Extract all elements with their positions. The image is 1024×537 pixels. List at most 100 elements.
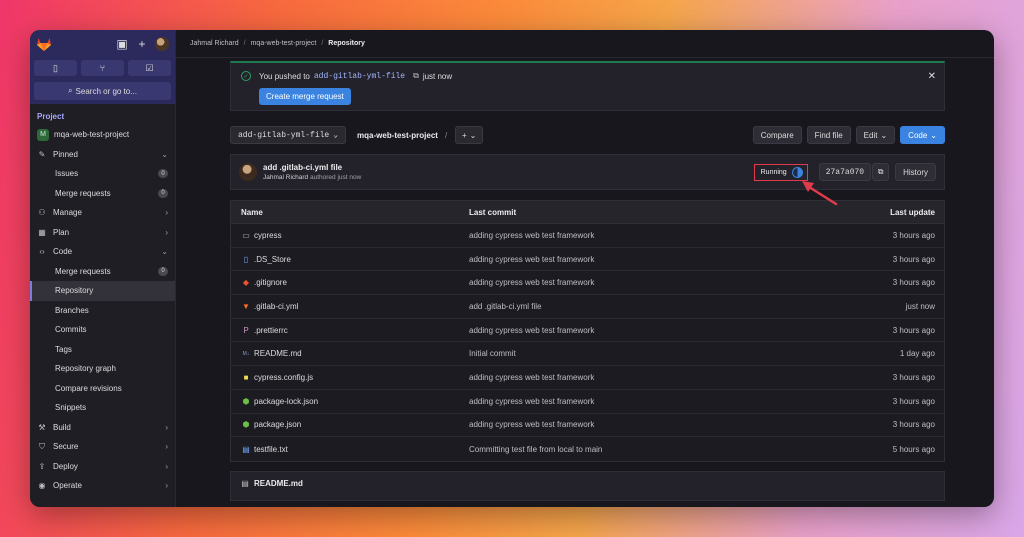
sidebar-item-label: Pinned [53,149,78,159]
text-file-icon: ▤ [242,444,250,454]
sidebar-toggle-icon[interactable]: ▣ [115,37,129,51]
file-name: .gitignore [254,278,287,288]
pipeline-status[interactable]: Running [753,163,808,181]
code-button[interactable]: Code ⌄ [900,126,945,144]
last-update-cell: 3 hours ago [892,372,935,382]
last-commit-cell[interactable]: adding cypress web test framework [469,278,824,287]
sidebar-item-pinned[interactable]: ✎ Pinned ⌄ [30,145,175,165]
file-icon: ▤ [241,478,249,488]
sidebar-item-tags[interactable]: Tags [30,340,175,360]
commit-meta: Jahmal Richard authored just now [263,174,361,181]
gitlab-logo-icon[interactable] [36,36,52,52]
sidebar-item-label: Operate [53,481,82,491]
plus-icon[interactable]: + [135,37,149,51]
commit-title[interactable]: add .gitlab-ci.yml file [263,163,361,172]
sidebar-item-manage[interactable]: ⚇ Manage › [30,203,175,223]
copy-icon[interactable]: ⧉ [872,163,890,181]
create-merge-request-button[interactable]: Create merge request [259,88,351,105]
todo-shortcut-icon[interactable]: ☑ [128,60,171,76]
file-name-cell[interactable]: M↓ README.md [231,349,469,358]
find-file-button[interactable]: Find file [806,126,851,144]
last-commit-row: add .gitlab-ci.yml file Jahmal Richard a… [230,154,945,190]
sidebar-item-deploy[interactable]: ⇪ Deploy › [30,457,175,477]
sidebar-item-snippets[interactable]: Snippets [30,398,175,418]
last-commit-cell[interactable]: Initial commit [469,349,824,358]
alert-branch-name[interactable]: add-gitlab-yml-file [314,72,405,81]
file-name-cell[interactable]: ▯ .DS_Store [231,255,469,264]
table-row[interactable]: ⬢ package.json adding cypress web test fra… [231,414,944,438]
search-button[interactable]: ⌕ Search or go to... [34,82,171,100]
breadcrumb-user[interactable]: Jahmal Richard [190,40,239,47]
sidebar-project[interactable]: M mqa-web-test-project [30,125,175,145]
last-commit-cell[interactable]: adding cypress web test framework [469,397,824,406]
sidebar-item-label: Code [53,247,73,257]
sidebar-item-label: Merge requests [55,266,111,276]
table-row[interactable]: P .prettierrc adding cypress web test fram… [231,319,944,343]
sidebar-section-label: Project [37,112,65,121]
sidebar-item-label: Repository graph [55,364,116,374]
last-commit-cell[interactable]: add .gitlab-ci.yml file [469,302,824,311]
commit-author-avatar[interactable] [239,163,257,181]
sidebar: ▣ + ▯ ⑂ ☑ ⌕ Search or go to... Project M… [30,30,176,507]
table-row[interactable]: ⬢ package-lock.json adding cypress web tes… [231,390,944,414]
breadcrumb: Jahmal Richard / mqa-web-test-project / … [176,30,994,58]
last-commit-cell[interactable]: adding cypress web test framework [469,255,824,264]
branch-selector[interactable]: add-gitlab-yml-file ⌄ [230,126,347,144]
sidebar-item-build[interactable]: ⚒ Build › [30,418,175,438]
copy-icon[interactable]: ⧉ [413,71,419,81]
project-path[interactable]: mqa-web-test-project [357,131,438,140]
compare-button[interactable]: Compare [752,126,802,144]
sidebar-item-label: Repository [55,286,94,296]
close-icon[interactable]: ✕ [928,71,936,82]
file-name-cell[interactable]: ▭ cypress [231,231,469,240]
sidebar-item-merge-requests-pinned[interactable]: Merge requests 0 [30,184,175,204]
breadcrumb-project[interactable]: mqa-web-test-project [251,40,317,47]
gitlab-icon: ▼ [242,301,250,311]
sidebar-item-repository[interactable]: Repository [30,281,175,301]
file-name-cell[interactable]: ▼ .gitlab-ci.yml [231,302,469,311]
pipeline-running-icon[interactable] [791,166,803,178]
commit-sha[interactable]: 27a7a070 [818,163,872,181]
merge-requests-shortcut-icon[interactable]: ⑂ [81,60,124,76]
file-name-cell[interactable]: P .prettierrc [231,326,469,335]
table-row[interactable]: M↓ README.md Initial commit 1 day ago [231,342,944,367]
sidebar-item-commits[interactable]: Commits [30,320,175,340]
last-commit-cell[interactable]: adding cypress web test framework [469,420,824,429]
file-name-cell[interactable]: ■ cypress.config.js [231,373,469,382]
table-row[interactable]: ▤ testfile.txt Committing test file from l… [231,437,944,461]
edit-button[interactable]: Edit ⌄ [855,126,896,144]
commit-author[interactable]: Jahmal Richard [263,174,308,181]
add-file-button[interactable]: + ⌄ [455,126,484,144]
sidebar-item-plan[interactable]: ▦ Plan › [30,223,175,243]
table-row[interactable]: ▼ .gitlab-ci.yml add .gitlab-ci.yml file ju… [231,295,944,319]
file-name-cell[interactable]: ◆ .gitignore [231,278,469,287]
last-commit-cell[interactable]: adding cypress web test framework [469,231,824,240]
sidebar-item-secure[interactable]: ⛉ Secure › [30,437,175,457]
sidebar-item-issues[interactable]: Issues 0 [30,164,175,184]
breadcrumb-current[interactable]: Repository [328,40,365,47]
sidebar-item-code[interactable]: ‹› Code ⌄ [30,242,175,262]
last-commit-cell[interactable]: Committing test file from local to main [469,445,824,454]
sidebar-item-compare-revisions[interactable]: Compare revisions [30,379,175,399]
last-commit-cell[interactable]: adding cypress web test framework [469,326,824,335]
node-icon: ⬢ [242,396,250,406]
table-row[interactable]: ▯ .DS_Store adding cypress web test framew… [231,248,944,272]
table-row[interactable]: ◆ .gitignore adding cypress web test frame… [231,271,944,296]
file-name: cypress [254,230,282,240]
sidebar-item-merge-requests[interactable]: Merge requests 0 [30,262,175,282]
sidebar-item-branches[interactable]: Branches [30,301,175,321]
sidebar-item-operate[interactable]: ◉ Operate › [30,476,175,496]
table-row[interactable]: ▭ cypress adding cypress web test framewor… [231,224,944,248]
sidebar-item-repository-graph[interactable]: Repository graph [30,359,175,379]
file-name-cell[interactable]: ⬢ package.json [231,420,469,429]
file-name-cell[interactable]: ⬢ package-lock.json [231,397,469,406]
issues-shortcut-icon[interactable]: ▯ [34,60,77,76]
code-icon: ‹› [39,247,45,257]
history-button[interactable]: History [895,163,936,181]
sidebar-item-label: Issues [55,169,79,179]
last-commit-cell[interactable]: adding cypress web test framework [469,373,824,382]
file-name-cell[interactable]: ▤ testfile.txt [231,445,469,454]
user-avatar[interactable] [155,37,169,51]
table-row[interactable]: ■ cypress.config.js adding cypress web tes… [231,366,944,390]
build-icon: ⚒ [38,422,46,432]
